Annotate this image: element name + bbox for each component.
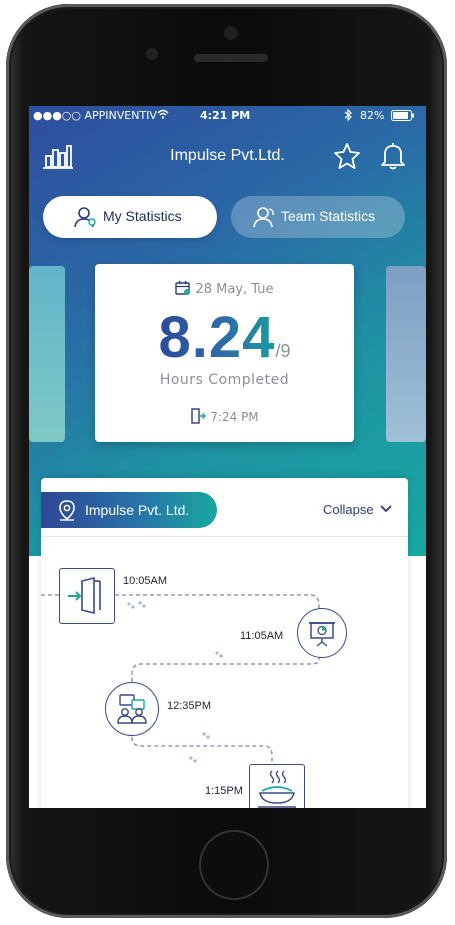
bell-icon[interactable] [380, 142, 406, 174]
card-date: 28 May, Tue [195, 282, 274, 297]
meeting-icon[interactable] [105, 682, 159, 736]
hours-figure: 8.24/9 [95, 304, 354, 371]
timeline-path [41, 594, 320, 764]
previous-day-card[interactable] [29, 266, 65, 442]
wifi-icon [157, 109, 169, 122]
hours-completed-caption: Hours Completed [159, 372, 290, 388]
carrier-label: ●●●○○ APPINVENTIV [33, 109, 157, 122]
star-icon[interactable] [333, 142, 361, 174]
timeline-panel: Impulse Pvt. Ltd. Collapse 10:05AM 11:05… [41, 478, 408, 808]
tab-team-statistics[interactable]: Team Statistics [231, 196, 405, 238]
bluetooth-icon [344, 108, 352, 124]
top-bar: Impulse Pvt.Ltd. [29, 134, 426, 178]
hours-completed-value: 8.24 [158, 305, 276, 370]
hours-total-value: /9 [275, 341, 291, 361]
proximity-sensor [224, 26, 238, 40]
event-time: 10:05AM [123, 575, 168, 587]
card-date-row: 28 May, Tue [95, 280, 354, 300]
checkout-time: 7:24 PM [210, 410, 259, 424]
tab-my-statistics-label: My Statistics [103, 208, 182, 224]
user-icon [73, 206, 97, 231]
daily-hours-card: 28 May, Tue 8.24/9 Hours Completed 7:24 … [95, 264, 354, 442]
team-icon [253, 206, 277, 231]
app-title: Impulse Pvt.Ltd. [170, 147, 285, 164]
front-camera [146, 48, 158, 60]
status-time: 4:21 PM [200, 109, 251, 122]
presentation-icon[interactable] [297, 608, 347, 658]
tab-my-statistics[interactable]: My Statistics [43, 196, 217, 238]
event-time: 1:15PM [205, 785, 243, 797]
battery-percent: 82% [360, 109, 385, 122]
checkout-row: 7:24 PM [95, 408, 354, 427]
calendar-icon [175, 280, 191, 300]
tab-team-statistics-label: Team Statistics [281, 208, 376, 224]
home-button[interactable] [199, 830, 269, 900]
door-exit-icon [190, 408, 207, 427]
app-screen: ●●●○○ APPINVENTIV 4:21 PM 82% Impulse Pv… [29, 106, 426, 808]
lunch-icon[interactable] [249, 764, 305, 808]
event-time: 11:05AM [240, 630, 284, 642]
battery-icon [391, 110, 415, 124]
next-day-card[interactable] [386, 266, 426, 442]
check-in-door-icon[interactable] [59, 568, 115, 624]
event-time: 12:35PM [167, 700, 212, 712]
status-bar: ●●●○○ APPINVENTIV 4:21 PM 82% [29, 106, 426, 126]
earpiece-speaker [194, 54, 268, 62]
statistics-tabs: My Statistics Team Statistics [43, 196, 405, 238]
